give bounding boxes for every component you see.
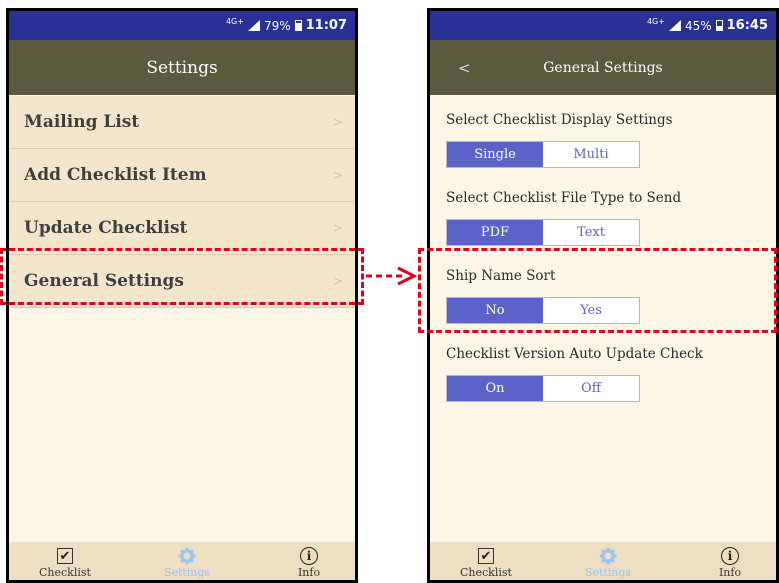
chevron-right-icon: > [332,274,343,288]
checkbox-icon: ✔ [57,548,73,564]
clock: 11:07 [305,18,347,33]
status-bar: 4G+ 79% 11:07 [9,11,355,40]
settings-menu: Mailing List > Add Checklist Item > Upda… [9,96,355,308]
tab-settings[interactable]: Settings [574,542,642,580]
menu-item-label: Add Checklist Item [24,165,207,185]
arrow-right-icon [366,266,418,286]
file-type-segmented-control: PDF Text [446,219,640,246]
menu-item-mailing-list[interactable]: Mailing List > [9,96,355,149]
chevron-right-icon: > [332,115,343,129]
menu-item-label: Update Checklist [24,218,188,238]
menu-item-label: Mailing List [24,112,140,132]
info-icon: i [721,547,739,565]
menu-item-label: General Settings [24,271,184,291]
tab-label: Checklist [460,566,512,579]
option-on[interactable]: On [447,376,543,401]
option-single[interactable]: Single [447,142,543,167]
option-multi[interactable]: Multi [543,142,639,167]
option-pdf[interactable]: PDF [447,220,543,245]
general-settings-screen: 4G+ 45% 16:45 < General Settings Select … [427,8,779,583]
ship-sort-segmented-control: No Yes [446,297,640,324]
auto-update-segmented-control: On Off [446,375,640,402]
setting-label: Select Checklist Display Settings [446,112,673,128]
option-text[interactable]: Text [543,220,639,245]
network-type: 4G+ [225,17,244,26]
tab-label: Settings [163,566,211,579]
chevron-right-icon: > [332,221,343,235]
clock: 16:45 [726,18,768,33]
status-bar: 4G+ 45% 16:45 [430,11,776,40]
display-segmented-control: Single Multi [446,141,640,168]
back-button[interactable]: < [458,59,471,77]
setting-label: Checklist Version Auto Update Check [446,346,703,362]
settings-list: Select Checklist Display Settings Single… [430,95,776,402]
option-no[interactable]: No [447,298,543,323]
option-off[interactable]: Off [543,376,639,401]
info-icon: i [300,547,318,565]
network-type: 4G+ [646,17,665,26]
option-yes[interactable]: Yes [543,298,639,323]
battery-icon [715,20,723,31]
tab-info[interactable]: i Info [275,542,343,580]
setting-label: Select Checklist File Type to Send [446,190,682,206]
tab-checklist[interactable]: ✔ Checklist [452,542,520,580]
menu-item-general-settings[interactable]: General Settings > [9,255,355,308]
gear-icon [178,547,196,565]
tab-label: Info [718,566,742,579]
signal-icon [247,20,260,31]
title-bar: < General Settings [430,40,776,95]
menu-item-update-checklist[interactable]: Update Checklist > [9,202,355,255]
checkbox-icon: ✔ [478,548,494,564]
page-title: General Settings [543,59,663,76]
tab-checklist[interactable]: ✔ Checklist [31,542,99,580]
setting-file-type: Select Checklist File Type to Send PDF T… [446,183,776,246]
tab-settings[interactable]: Settings [153,542,221,580]
setting-ship-name-sort: Ship Name Sort No Yes [446,261,776,324]
tab-info[interactable]: i Info [696,542,764,580]
setting-label: Ship Name Sort [446,268,556,284]
battery-percent: 45% [684,18,712,33]
setting-auto-update: Checklist Version Auto Update Check On O… [446,339,776,402]
tab-bar: ✔ Checklist Settings i Info [9,542,355,580]
battery-percent: 79% [263,18,291,33]
title-bar: Settings [9,40,355,95]
tab-label: Info [297,566,321,579]
gear-icon [599,547,617,565]
battery-icon [294,20,302,31]
tab-label: Settings [584,566,632,579]
chevron-right-icon: > [332,168,343,182]
menu-item-add-checklist-item[interactable]: Add Checklist Item > [9,149,355,202]
settings-screen: 4G+ 79% 11:07 Settings Mailing List > Ad… [6,8,358,583]
setting-display: Select Checklist Display Settings Single… [446,95,776,168]
signal-icon [668,20,681,31]
tab-bar: ✔ Checklist Settings i Info [430,542,776,580]
page-title: Settings [146,57,218,78]
tab-label: Checklist [39,566,91,579]
